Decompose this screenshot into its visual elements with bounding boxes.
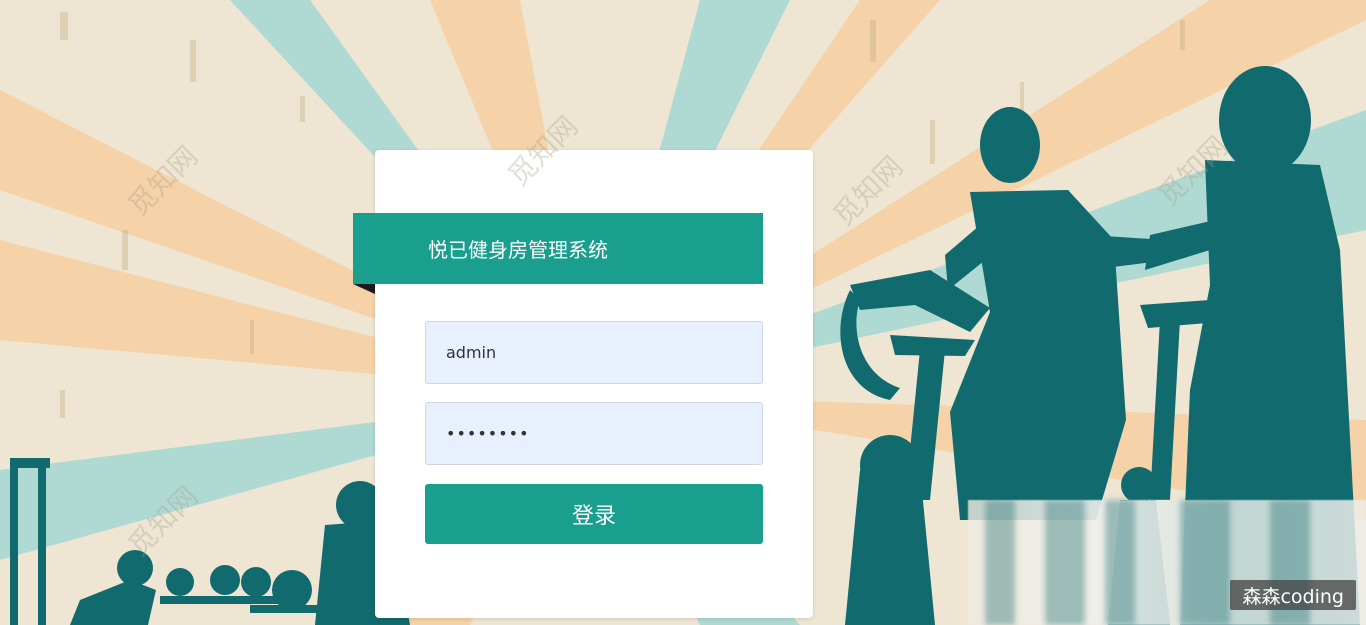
- banner-fold: [353, 284, 375, 294]
- corner-badge: 森森coding: [1230, 580, 1356, 610]
- blurred-stripe: [1045, 500, 1085, 625]
- username-input[interactable]: [425, 321, 763, 384]
- password-input[interactable]: [425, 402, 763, 465]
- system-title: 悦已健身房管理系统: [428, 238, 608, 262]
- login-page: 觅知网 觅知网 觅知网 觅知网 觅知网 悦已健身房管理系统 登录 森森codin…: [0, 0, 1366, 625]
- blurred-stripe: [1180, 500, 1230, 625]
- login-button[interactable]: 登录: [425, 484, 763, 544]
- blurred-stripe: [985, 500, 1015, 625]
- system-title-banner: 悦已健身房管理系统: [353, 213, 763, 284]
- blurred-stripe: [1105, 500, 1135, 625]
